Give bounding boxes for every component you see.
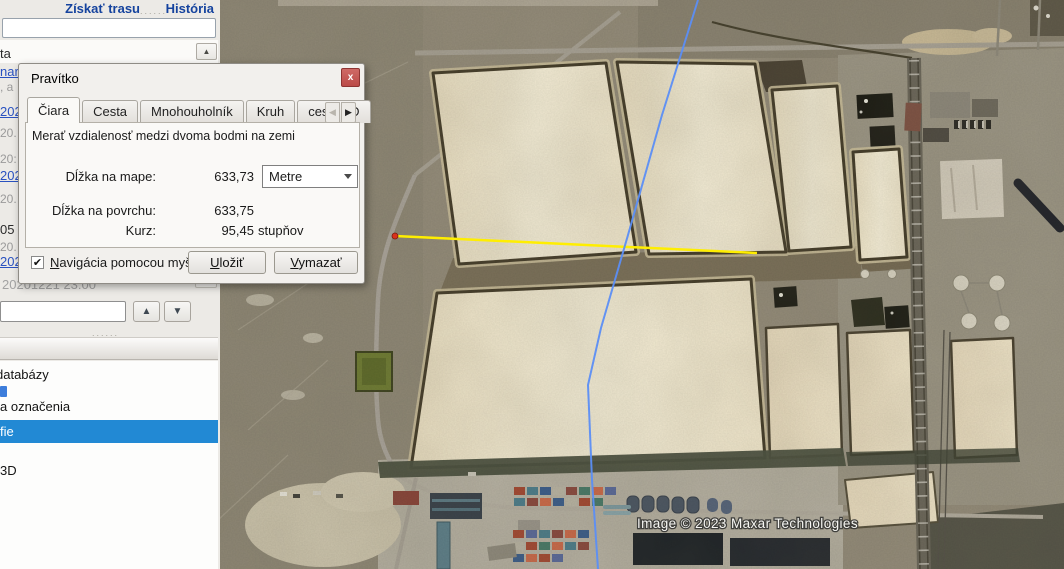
heading-unit: stupňov [258, 223, 304, 238]
history-entry-fragment: 20. [0, 240, 17, 254]
result-text-fragment: ta [0, 46, 11, 61]
chevron-down-icon [344, 174, 352, 179]
result-link-fragment[interactable]: nar [0, 64, 19, 79]
unit-dropdown[interactable]: Metre [262, 165, 358, 188]
panel-grip-dots[interactable]: ...... [140, 8, 167, 14]
save-button[interactable]: Uložiť [188, 251, 266, 274]
ruler-dialog: Pravítko x Čiara Cesta Mnohouholník Kruh… [18, 63, 365, 284]
search-panel-links: Získať trasu História [0, 0, 218, 16]
search-input[interactable] [2, 18, 216, 38]
results-scroll-up-button[interactable]: ▲ [196, 43, 217, 60]
ground-length-value: 633,75 [162, 203, 254, 218]
result-meta-fragment: , a [0, 80, 13, 94]
tab-path[interactable]: Cesta [82, 100, 138, 123]
selected-layer-label: fie [0, 424, 14, 439]
history-entry-fragment: 20. [0, 126, 17, 140]
layer-item-database[interactable]: databázy [0, 367, 49, 382]
places-filter-input[interactable] [0, 301, 126, 322]
map-attribution: Image © 2023 Maxar Technologies [637, 516, 858, 531]
map-length-value: 633,73 [162, 169, 254, 184]
save-button-label: Uložiť [189, 252, 265, 273]
ruler-tabs: Čiara Cesta Mnohouholník Kruh cesta 3D [27, 97, 373, 123]
ruler-tab-pane: Merať vzdialenosť medzi dvoma bodmi na z… [25, 122, 360, 248]
heading-value: 95,45 [162, 223, 254, 238]
measure-description: Merať vzdialenosť medzi dvoma bodmi na z… [32, 129, 295, 143]
layer-item-3d-buildings[interactable]: 3D [0, 463, 17, 478]
clear-button-label: Vymazať [275, 252, 357, 273]
get-directions-link[interactable]: Získať trasu [65, 1, 140, 16]
tabs-scroll-left-icon[interactable]: ◀ [325, 102, 340, 123]
history-entry-fragment: 20. [0, 192, 17, 206]
layer-icon-fragment [0, 386, 7, 397]
layer-item-labels[interactable]: a označenia [0, 399, 70, 414]
map-length-label: Dĺžka na mape: [26, 169, 156, 184]
clear-button[interactable]: Vymazať [274, 251, 358, 274]
google-earth-window: Image © 2023 Maxar Technologies Získať t… [0, 0, 1064, 569]
heading-label: Kurz: [26, 223, 156, 238]
dialog-title: Pravítko [31, 71, 79, 86]
history-entry-fragment: 20: [0, 152, 17, 166]
tab-line[interactable]: Čiara [27, 97, 80, 123]
history-link[interactable]: História [166, 1, 214, 16]
tab-polygon[interactable]: Mnohouholník [140, 100, 244, 123]
move-up-button[interactable]: ▲ [133, 301, 160, 322]
mouse-navigation-label: Navigácia pomocou myši [50, 255, 195, 270]
search-results-strip [0, 40, 218, 63]
tabs-scroll-right-icon[interactable]: ▶ [341, 102, 356, 123]
move-down-button[interactable]: ▼ [164, 301, 191, 322]
mouse-navigation-checkbox[interactable]: ✔ [31, 256, 44, 269]
layer-item-selected[interactable]: fie [0, 420, 218, 443]
unit-dropdown-value: Metre [269, 169, 302, 184]
dialog-footer: ✔ Navigácia pomocou myši Uložiť Vymazať [19, 251, 364, 277]
tab-circle[interactable]: Kruh [246, 100, 295, 123]
close-icon[interactable]: x [341, 68, 360, 87]
ground-length-label: Dĺžka na povrchu: [26, 203, 156, 218]
layers-list: databázy a označenia 3D [0, 361, 218, 569]
layers-panel-header [0, 337, 218, 360]
